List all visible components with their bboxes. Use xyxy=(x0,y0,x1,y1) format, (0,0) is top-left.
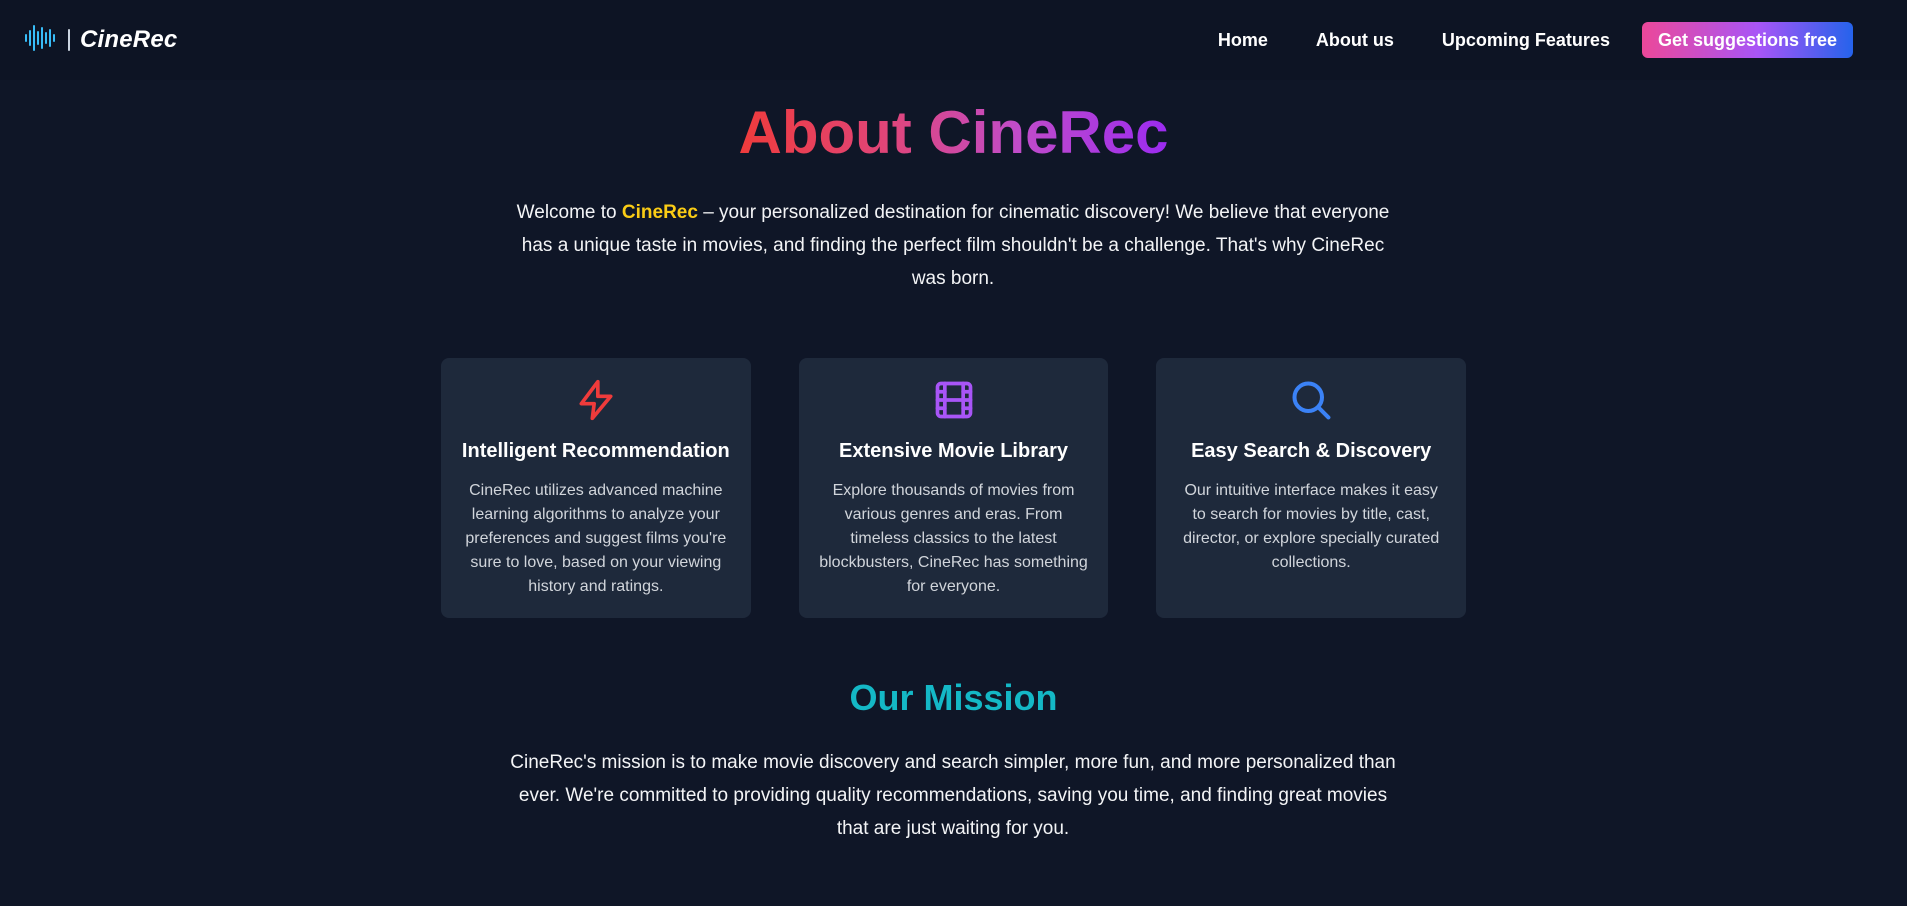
feature-card: Intelligent Recommendation CineRec utili… xyxy=(441,358,751,618)
feature-card: Extensive Movie Library Explore thousand… xyxy=(798,358,1109,618)
main-nav: Home About us Upcoming Features Get sugg… xyxy=(1218,22,1883,58)
feature-card: Easy Search & Discovery Our intuitive in… xyxy=(1156,358,1467,618)
page-title-text: About CineRec xyxy=(738,99,1169,166)
feature-card-title: Extensive Movie Library xyxy=(839,440,1068,462)
brand-divider xyxy=(68,29,70,51)
feature-card-description: CineRec utilizes advanced machine learni… xyxy=(465,482,727,595)
page-title: About CineRec xyxy=(0,96,1907,170)
intro-prefix: Welcome to xyxy=(516,202,622,223)
nav-link-home[interactable]: Home xyxy=(1218,30,1268,51)
mission-text: CineRec's mission is to make movie disco… xyxy=(510,752,1396,839)
brand-name[interactable]: CineRec xyxy=(80,26,177,54)
feature-card-title: Easy Search & Discovery xyxy=(1191,440,1432,462)
intro-brand-highlight: CineRec xyxy=(621,202,698,223)
top-nav-bar: CineRec Home About us Upcoming Features … xyxy=(0,0,1907,80)
lightning-icon xyxy=(461,376,731,424)
feature-cards: Intelligent Recommendation CineRec utili… xyxy=(441,358,1467,618)
feature-card-description: Our intuitive interface makes it easy to… xyxy=(1183,482,1440,571)
soundwave-logo-icon xyxy=(24,23,58,58)
nav-link-about-us[interactable]: About us xyxy=(1316,30,1394,51)
nav-link-upcoming-features[interactable]: Upcoming Features xyxy=(1442,30,1610,51)
brand[interactable]: CineRec xyxy=(24,23,177,58)
mission-title: Our Mission xyxy=(849,677,1058,718)
search-icon xyxy=(1176,376,1446,424)
film-icon xyxy=(819,376,1089,424)
intro-paragraph: Welcome to CineRec – your personalized d… xyxy=(503,196,1403,295)
get-suggestions-button[interactable]: Get suggestions free xyxy=(1641,22,1853,58)
feature-card-title: Intelligent Recommendation xyxy=(461,440,730,462)
feature-card-description: Explore thousands of movies from various… xyxy=(819,482,1088,595)
